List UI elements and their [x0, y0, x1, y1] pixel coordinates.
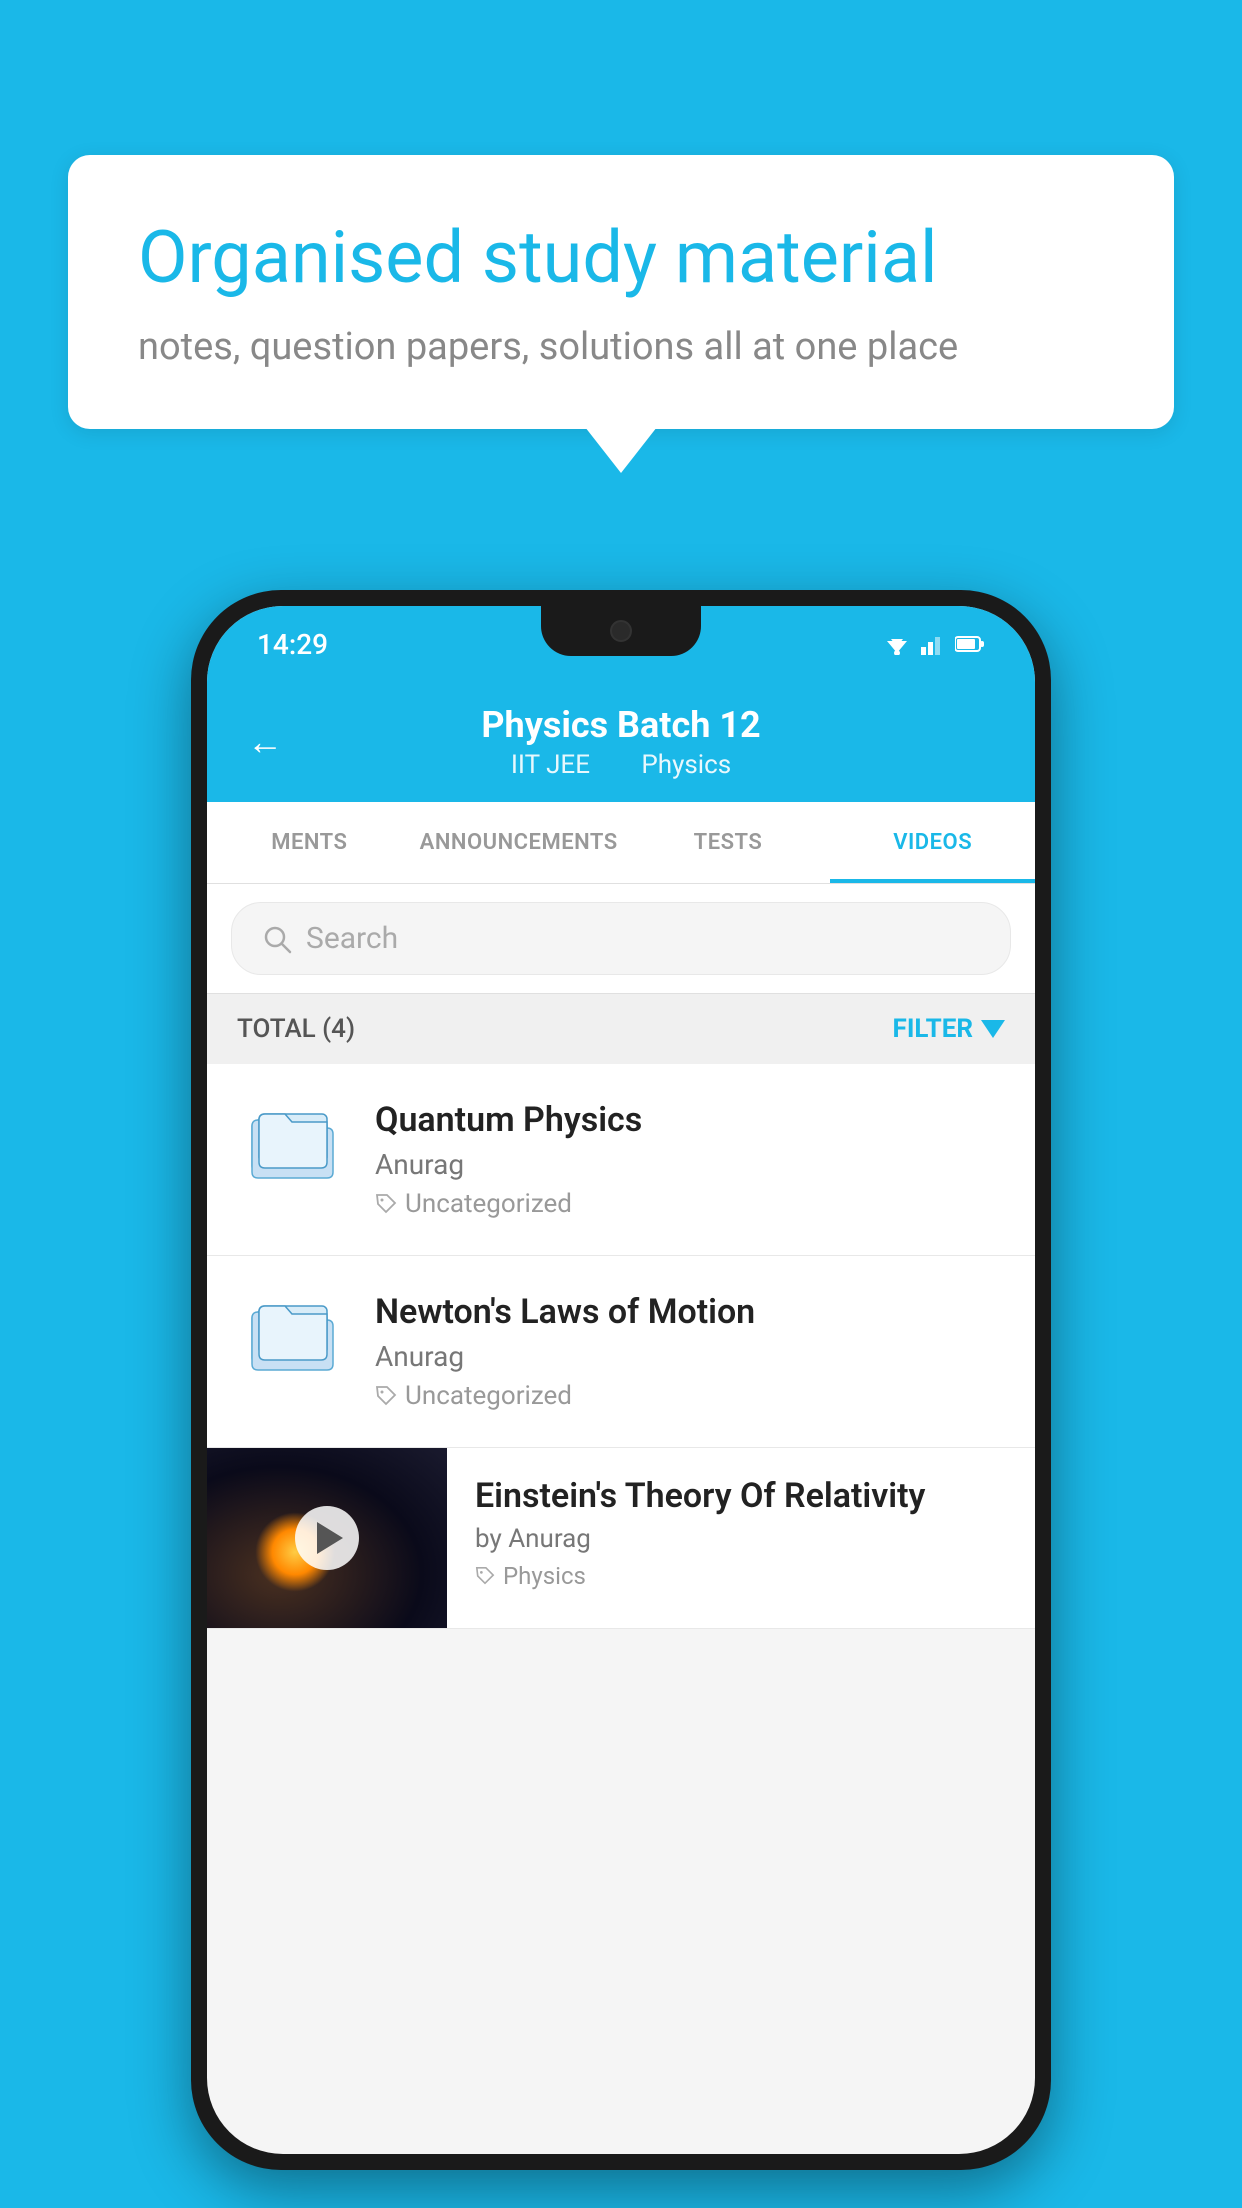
- header-title: Physics Batch 12: [481, 704, 760, 746]
- search-bar[interactable]: Search: [231, 902, 1011, 975]
- item-thumbnail-2: [237, 1292, 347, 1372]
- phone-outer: 14:29: [191, 590, 1051, 2170]
- status-bar: 14:29: [207, 606, 1035, 682]
- tab-announcements[interactable]: ANNOUNCEMENTS: [412, 802, 626, 883]
- list-item[interactable]: Quantum Physics Anurag Uncategorized: [207, 1064, 1035, 1256]
- header-subtitle-separator: [612, 750, 625, 780]
- video-tag-3: Physics: [475, 1562, 1005, 1590]
- camera-dot: [610, 620, 632, 642]
- video-title-3: Einstein's Theory Of Relativity: [475, 1476, 1005, 1516]
- video-thumbnail-3: [207, 1448, 447, 1628]
- filter-icon: [981, 1020, 1005, 1038]
- phone-screen: 14:29: [207, 606, 1035, 2154]
- video-list: Quantum Physics Anurag Uncategorized: [207, 1064, 1035, 1629]
- hero-section: Organised study material notes, question…: [68, 155, 1174, 429]
- notch: [541, 606, 701, 656]
- list-item[interactable]: Einstein's Theory Of Relativity by Anura…: [207, 1448, 1035, 1629]
- search-placeholder: Search: [306, 921, 398, 956]
- play-button[interactable]: [295, 1506, 359, 1570]
- tab-tests[interactable]: TESTS: [626, 802, 831, 883]
- tabs-bar: MENTS ANNOUNCEMENTS TESTS VIDEOS: [207, 802, 1035, 884]
- video-info-1: Quantum Physics Anurag Uncategorized: [375, 1100, 1005, 1219]
- battery-icon: [955, 635, 985, 653]
- video-info-3: Einstein's Theory Of Relativity by Anura…: [475, 1448, 1005, 1618]
- play-icon: [317, 1522, 343, 1554]
- hero-title: Organised study material: [138, 215, 1104, 301]
- header-subtitle-part1: IIT JEE: [511, 750, 590, 780]
- video-title-2: Newton's Laws of Motion: [375, 1292, 1005, 1332]
- search-icon: [262, 924, 292, 954]
- video-author-3: by Anurag: [475, 1524, 1005, 1554]
- status-time: 14:29: [257, 628, 328, 661]
- filter-label: FILTER: [893, 1014, 973, 1044]
- tab-videos[interactable]: VIDEOS: [830, 802, 1035, 883]
- tag-icon: [375, 1385, 397, 1407]
- filter-button[interactable]: FILTER: [893, 1014, 1005, 1044]
- status-icons: [883, 633, 985, 655]
- filter-row: TOTAL (4) FILTER: [207, 994, 1035, 1064]
- search-container: Search: [207, 884, 1035, 994]
- video-title-1: Quantum Physics: [375, 1100, 1005, 1140]
- header-subtitle-part2: Physics: [641, 750, 731, 780]
- video-info-2: Newton's Laws of Motion Anurag Uncategor…: [375, 1292, 1005, 1411]
- app-header: ← Physics Batch 12 IIT JEE Physics: [207, 682, 1035, 802]
- speech-bubble: Organised study material notes, question…: [68, 155, 1174, 429]
- video-tag-1: Uncategorized: [375, 1189, 1005, 1219]
- total-label: TOTAL (4): [237, 1014, 355, 1044]
- tag-icon: [375, 1193, 397, 1215]
- item-thumbnail-1: [237, 1100, 347, 1180]
- video-author-2: Anurag: [375, 1340, 1005, 1373]
- video-tag-label-3: Physics: [503, 1562, 586, 1590]
- folder-icon: [247, 1292, 337, 1372]
- folder-icon: [247, 1100, 337, 1180]
- tab-ments[interactable]: MENTS: [207, 802, 412, 883]
- list-item[interactable]: Newton's Laws of Motion Anurag Uncategor…: [207, 1256, 1035, 1448]
- video-author-1: Anurag: [375, 1148, 1005, 1181]
- video-tag-label-1: Uncategorized: [405, 1189, 572, 1219]
- phone-mockup: 14:29: [191, 590, 1051, 2170]
- video-tag-label-2: Uncategorized: [405, 1381, 572, 1411]
- back-button[interactable]: ←: [247, 721, 283, 763]
- tag-icon: [475, 1566, 495, 1586]
- header-center: Physics Batch 12 IIT JEE Physics: [481, 704, 760, 780]
- signal-icon: [921, 633, 945, 655]
- hero-subtitle: notes, question papers, solutions all at…: [138, 325, 1104, 369]
- header-subtitle: IIT JEE Physics: [481, 750, 760, 780]
- video-tag-2: Uncategorized: [375, 1381, 1005, 1411]
- wifi-icon: [883, 633, 911, 655]
